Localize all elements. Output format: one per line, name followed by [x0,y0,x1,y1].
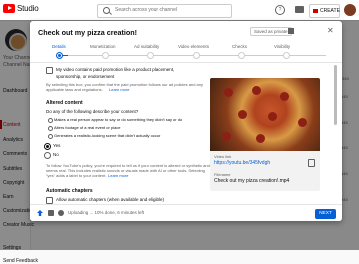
pepperoni [256,134,265,143]
studio-logo-icon[interactable] [3,4,15,13]
bullet-icon [48,118,53,123]
paid-promotion-label: My video contains paid promotion like a … [56,67,175,79]
feedback-icon[interactable] [288,28,294,34]
altered-no-label: No [53,152,59,157]
step-dot-details[interactable] [56,52,63,59]
pepperoni [252,86,261,95]
chapters-heading: Automatic chapters [46,188,93,194]
search-icon [103,7,110,14]
learn-more-link-2[interactable]: Learn more [108,173,128,178]
step-dot-video-elements[interactable] [193,52,200,59]
pepperoni [222,132,231,141]
paid-promotion-checkbox[interactable] [46,67,53,74]
tab-visibility[interactable]: Visibility [274,44,290,49]
top-bar: Studio Search across your channel ? CREA… [0,0,359,21]
search-placeholder: Search across your channel [115,7,177,13]
altered-no-radio[interactable] [44,152,51,159]
search-input[interactable]: Search across your channel [97,4,232,18]
saved-status-badge: Saved as private [250,27,292,36]
video-link[interactable]: https://youtu.be/345fvdgh [214,160,270,166]
camera-icon [313,9,318,13]
hd-icon [48,210,54,216]
upload-dialog: Check out my pizza creation! Saved as pr… [30,21,342,221]
pepperoni [238,110,247,119]
filename-label: Filename [214,172,231,177]
dialog-footer: Uploading ... 10% done, 6 minutes left N… [30,204,342,221]
video-thumbnail[interactable] [210,78,320,151]
learn-more-link[interactable]: Learn more [109,87,129,92]
pepperoni [224,88,233,97]
bullet-icon [48,134,53,139]
promo-note-2: applicable laws and regulations. [46,87,103,92]
messages-icon[interactable] [295,6,304,13]
sidebar-item-send-feedback[interactable]: Send Feedback [3,258,38,264]
tab-ad-suitability[interactable]: Ad suitability [134,44,159,49]
step-dot-monetization[interactable] [102,52,109,59]
tab-video-elements[interactable]: Video elements [178,44,209,49]
copy-icon[interactable] [308,159,315,167]
video-link-label: Video link [214,154,232,159]
help-icon[interactable]: ? [275,5,285,15]
checks-icon [58,210,64,216]
upload-icon [37,210,43,216]
divider [30,62,342,63]
altered-yes-radio[interactable] [44,143,51,150]
account-avatar[interactable] [344,4,356,16]
altered-bullet: Alters footage of a real event or place [54,125,121,130]
pepperoni [298,118,307,127]
tab-checks[interactable]: Checks [232,44,247,49]
app-name: Studio [17,4,39,13]
scrollbar-thumb[interactable] [334,65,337,125]
create-button[interactable]: CREATE [309,4,340,18]
tab-monetization[interactable]: Monetization [90,44,116,49]
altered-yes-label: Yes [53,143,61,148]
bullet-icon [48,126,53,131]
close-icon[interactable]: ✕ [327,26,334,35]
altered-bullet: Makes a real person appear to say or do … [54,117,183,122]
step-dot-checks[interactable] [238,52,245,59]
auto-chapters-checkbox[interactable] [46,197,53,204]
filename-value: Check out my pizza creation!.mp4 [214,178,290,184]
create-label: CREATE [320,8,340,14]
next-button[interactable]: NEXT [315,209,336,219]
altered-content-heading: Altered content [46,100,83,106]
video-preview-card: Video link https://youtu.be/345fvdgh Fil… [210,78,320,191]
auto-chapters-label: Allow automatic chapters (when available… [56,197,165,202]
pepperoni [268,112,277,121]
altered-bullet: Generates a realistic-looking scene that… [54,133,161,138]
compliance-note-3: "yes" adds a label to your content. [46,173,107,178]
altered-question: Do any of the following describe your co… [46,109,139,114]
dialog-title: Check out my pizza creation! [38,28,138,37]
upload-status: Uploading ... 10% done, 6 minutes left [68,210,145,215]
pepperoni [280,92,289,101]
step-dot-visibility[interactable] [283,52,290,59]
tab-details[interactable]: Details [52,44,66,49]
step-dot-ad-suitability[interactable] [147,52,154,59]
